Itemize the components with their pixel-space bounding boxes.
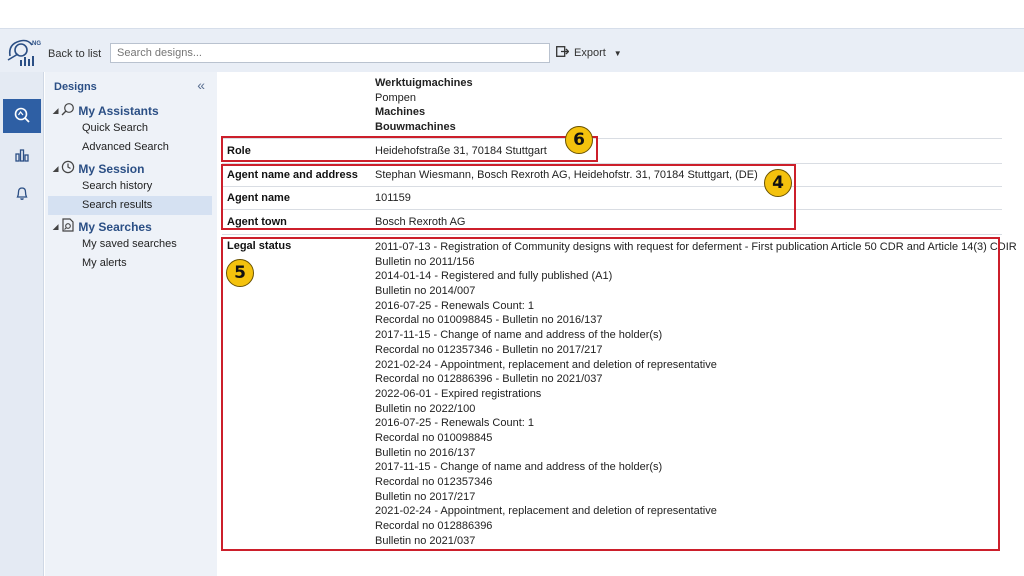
saved-search-icon <box>61 218 75 235</box>
search-designs-input[interactable] <box>110 43 550 63</box>
callout-badge-5: 5 <box>226 259 254 287</box>
sidebar-item-search-results[interactable]: Search results <box>48 196 212 215</box>
role-highlight-box <box>221 136 598 162</box>
sidebar-item-quick-search[interactable]: Quick Search <box>48 119 212 138</box>
sidebar-heading: Designs <box>54 81 97 93</box>
classification-value: Werktuigmachines <box>375 77 473 89</box>
caret-down-icon: ▼ <box>613 48 622 58</box>
rail-notifications[interactable] <box>3 177 41 211</box>
classification-value: Pompen <box>375 92 416 104</box>
designs-sidebar: Designs « ◢ My Assistants Quick Search A… <box>45 72 217 576</box>
group-my-searches[interactable]: ◢ My Searches <box>53 218 152 235</box>
group-my-assistants[interactable]: ◢ My Assistants <box>53 102 159 119</box>
agent-highlight-box <box>221 164 796 230</box>
search-icon <box>61 102 75 119</box>
back-to-list-link[interactable]: Back to list <box>48 48 101 60</box>
callout-badge-4: 4 <box>764 169 792 197</box>
export-button[interactable]: Export ▼ <box>556 46 622 60</box>
rail-design-search[interactable] <box>3 99 41 133</box>
group-label: My Session <box>78 161 145 176</box>
group-my-session[interactable]: ◢ My Session <box>53 160 144 177</box>
bell-icon <box>14 185 30 204</box>
design-details-panel: Werktuigmachines Pompen Machines Bouwmac… <box>218 72 1024 576</box>
chart-icon <box>14 147 30 166</box>
sidebar-item-my-alerts[interactable]: My alerts <box>48 254 212 273</box>
sidebar-item-my-saved-searches[interactable]: My saved searches <box>48 235 212 254</box>
top-strip <box>0 0 1024 28</box>
expand-triangle-icon: ◢ <box>53 223 59 231</box>
group-label: My Assistants <box>78 103 159 118</box>
classification-value: Machines <box>375 106 426 118</box>
callout-badge-6: 6 <box>565 126 593 154</box>
row-divider <box>222 234 1002 235</box>
classification-value: Bouwmachines <box>375 121 456 133</box>
group-label: My Searches <box>78 219 152 234</box>
clock-icon <box>61 160 75 177</box>
logo-badge: NG <box>32 41 41 47</box>
export-icon <box>556 46 570 60</box>
sidebar-item-search-history[interactable]: Search history <box>48 177 212 196</box>
expand-triangle-icon: ◢ <box>53 165 59 173</box>
sidebar-item-advanced-search[interactable]: Advanced Search <box>48 138 212 157</box>
legal-status-highlight-box <box>221 237 1000 551</box>
design-search-icon <box>13 106 31 127</box>
app-logo[interactable]: NG <box>6 36 42 68</box>
export-label: Export <box>574 47 606 59</box>
rail-statistics[interactable] <box>3 139 41 173</box>
icon-rail <box>0 72 44 576</box>
expand-triangle-icon: ◢ <box>53 107 59 115</box>
collapse-sidebar-icon[interactable]: « <box>197 77 205 93</box>
